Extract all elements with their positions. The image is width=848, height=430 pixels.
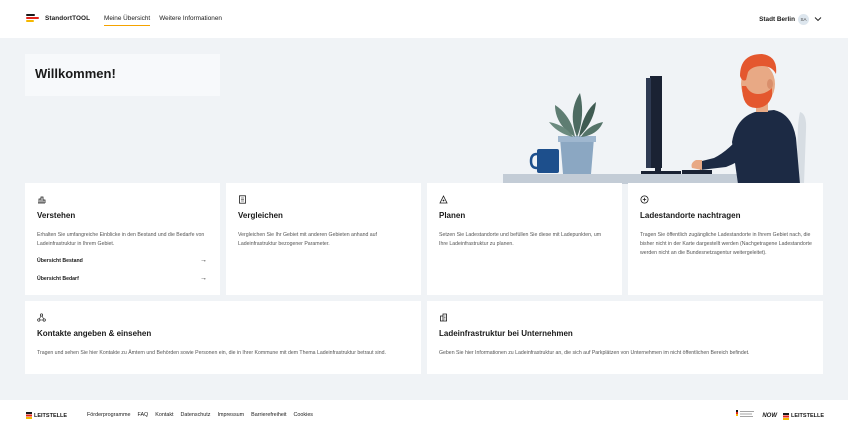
building-icon <box>440 313 447 322</box>
plus-circle-icon <box>640 195 649 204</box>
footer-link-barrierefreiheit[interactable]: Barrierefreiheit <box>251 410 286 421</box>
card-title: Planen <box>439 211 466 220</box>
desk-illustration <box>503 54 807 184</box>
arrow-right-icon: → <box>200 257 207 264</box>
leitstelle-mark-icon <box>783 412 789 420</box>
partner-logos: NOW LEITSTELLE <box>736 410 824 422</box>
app-name: StandortTOOL <box>45 14 91 22</box>
card-title: Kontakte angeben & einsehen <box>37 329 152 338</box>
footer-link-impressum[interactable]: Impressum <box>218 410 245 421</box>
card-description: Geben Sie hier Informationen zu Ladeinfr… <box>439 350 750 356</box>
card-planen[interactable]: Planen Setzen Sie Ladestandorte und befü… <box>427 183 622 295</box>
footer-link-datenschutz[interactable]: Datenschutz <box>181 410 211 421</box>
card-title: Verstehen <box>37 211 76 220</box>
user-menu[interactable]: Stadt Berlin SA <box>759 0 822 38</box>
nav-more-info[interactable]: Weitere Informationen <box>159 0 222 38</box>
footer-link-kontakt[interactable]: Kontakt <box>155 410 173 421</box>
nav-my-overview[interactable]: Meine Übersicht <box>104 0 151 38</box>
card-vergleichen[interactable]: Vergleichen Vergleichen Sie Ihr Gebiet m… <box>226 183 421 295</box>
app-logo[interactable]: StandortTOOL <box>26 12 90 24</box>
leitstelle-logo-icon <box>26 412 32 419</box>
page-title: Willkommen! <box>35 66 116 81</box>
card-unternehmen[interactable]: Ladeinfrastruktur bei Unternehmen Geben … <box>427 301 823 374</box>
now-logo: NOW <box>762 413 777 419</box>
pin-icon <box>439 195 448 204</box>
card-description: Vergleichen Sie Ihr Gebiet mit anderen G… <box>238 232 378 248</box>
logo-mark-icon <box>26 12 40 24</box>
card-kontakte[interactable]: Kontakte angeben & einsehen Tragen und s… <box>25 301 421 374</box>
list-icon <box>239 195 246 204</box>
partner-brand: LEITSTELLE <box>791 413 824 419</box>
arrow-right-icon: → <box>200 275 207 282</box>
federal-ministry-logo-icon <box>736 410 755 417</box>
card-title: Ladestandorte nachtragen <box>640 211 741 220</box>
footer-brand: LEITSTELLE <box>34 412 67 419</box>
chart-icon <box>38 196 46 204</box>
card-description: Setzen Sie Ladestandorte und befüllen Si… <box>439 232 602 248</box>
user-name: Stadt Berlin <box>759 15 795 23</box>
footer-logo[interactable]: LEITSTELLE <box>26 412 67 419</box>
card-ladestandorte-nachtragen[interactable]: Ladestandorte nachtragen Tragen Sie öffe… <box>628 183 823 295</box>
footer-link-faq[interactable]: FAQ <box>137 410 148 421</box>
chevron-down-icon[interactable] <box>814 15 822 23</box>
avatar: SA <box>798 13 809 25</box>
link-label: Übersicht Bedarf <box>37 276 79 282</box>
card-title: Ladeinfrastruktur bei Unternehmen <box>439 329 573 338</box>
link-uebersicht-bedarf[interactable]: Übersicht Bedarf → <box>37 275 207 282</box>
footer-link-foerderprogramme[interactable]: Förderprogramme <box>87 410 130 421</box>
footer-link-cookies[interactable]: Cookies <box>294 410 313 421</box>
network-icon <box>37 313 46 322</box>
card-description: Tragen und sehen Sie hier Kontakte zu Äm… <box>37 350 386 356</box>
welcome-panel: Willkommen! <box>25 54 220 96</box>
card-title: Vergleichen <box>238 211 283 220</box>
card-description: Erhalten Sie umfangreiche Einblicke in d… <box>37 232 205 248</box>
top-bar: StandortTOOL Meine Übersicht Weitere Inf… <box>0 0 848 38</box>
card-verstehen: Verstehen Erhalten Sie umfangreiche Einb… <box>25 183 220 295</box>
footer-links: Förderprogramme FAQ Kontakt Datenschutz … <box>87 410 320 421</box>
card-description: Tragen Sie öffentlich zugängliche Ladest… <box>640 232 812 257</box>
leitstelle-partner-logo: LEITSTELLE <box>783 412 824 420</box>
link-label: Übersicht Bestand <box>37 258 83 264</box>
footer: LEITSTELLE Förderprogramme FAQ Kontakt D… <box>0 400 848 430</box>
link-uebersicht-bestand[interactable]: Übersicht Bestand → <box>37 257 207 264</box>
main-nav: Meine Übersicht Weitere Informationen <box>104 0 231 38</box>
